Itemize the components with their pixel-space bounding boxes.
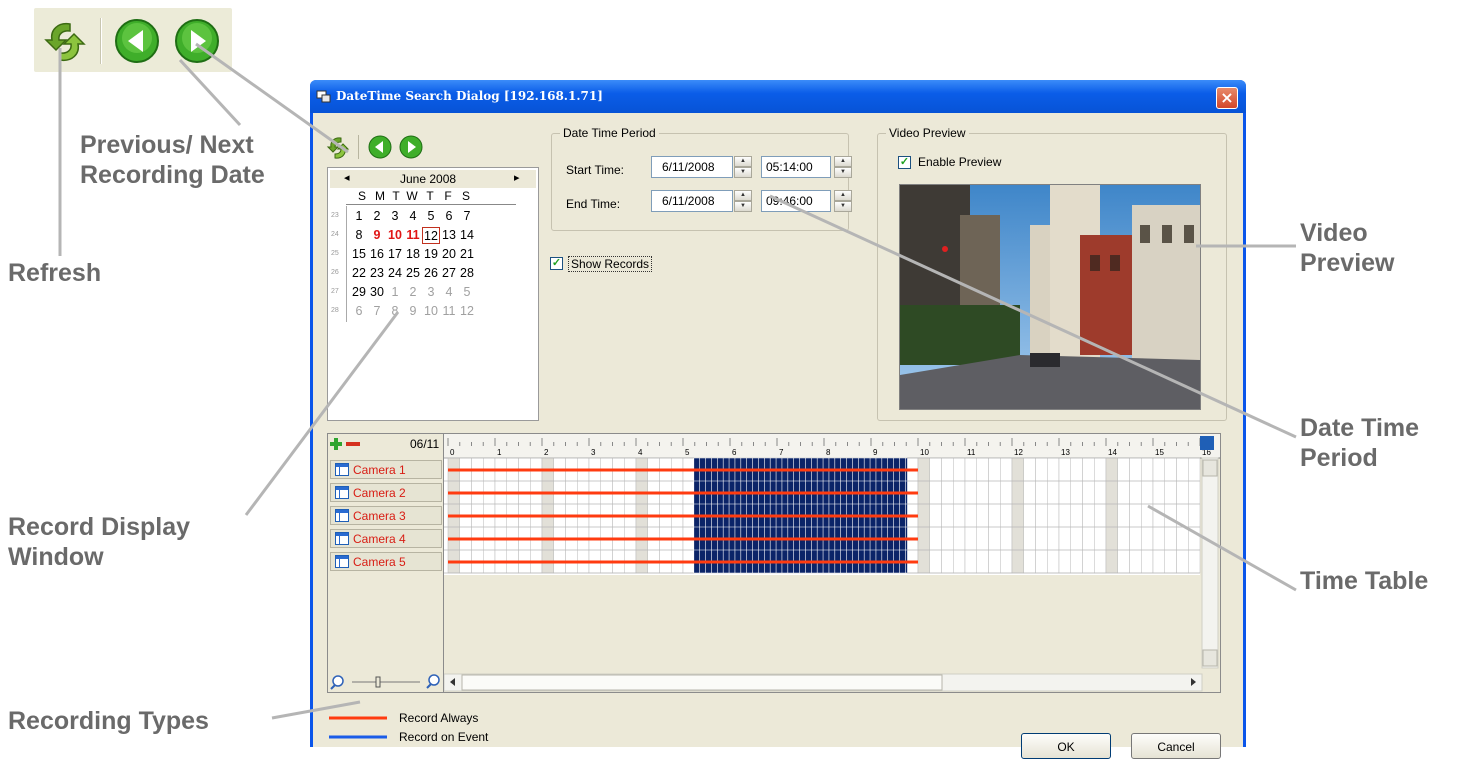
record-display-leader — [244, 311, 400, 516]
next-leader — [195, 42, 349, 154]
recording-types-leader — [271, 700, 361, 720]
date-time-period-leader — [769, 194, 1297, 439]
callout-leader-lines — [58, 42, 1297, 720]
time-table-leader — [1147, 504, 1297, 592]
